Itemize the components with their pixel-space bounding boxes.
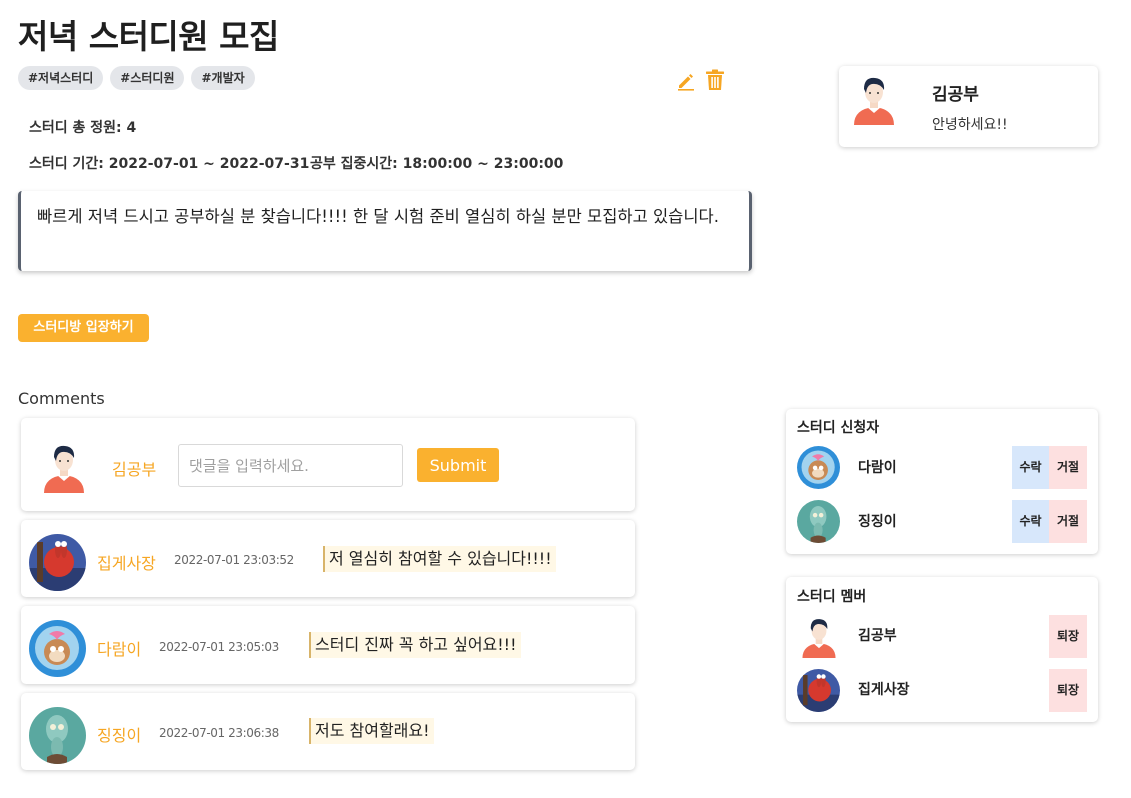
reject-button[interactable]: 거절 <box>1049 500 1087 543</box>
comment-input[interactable] <box>178 444 403 487</box>
profile-name: 김공부 <box>932 85 979 105</box>
accept-button[interactable]: 수락 <box>1012 446 1049 489</box>
current-user-name: 김공부 <box>112 460 157 479</box>
submit-button[interactable]: Submit <box>417 448 499 482</box>
tag-list: #저녁스터디 #스터디원 #개발자 <box>18 66 255 90</box>
avatar <box>797 500 840 543</box>
profile-greeting: 안녕하세요!! <box>932 117 1008 133</box>
accept-button[interactable]: 수락 <box>1012 500 1049 543</box>
applicant-name: 다람이 <box>858 460 897 476</box>
comment-text: 스터디 진짜 꼭 하고 싶어요!!! <box>309 632 521 658</box>
applicant-name: 징징이 <box>858 514 897 530</box>
study-period: 스터디 기간: 2022-07-01 ~ 2022-07-31 <box>29 156 310 172</box>
reject-button[interactable]: 거절 <box>1049 446 1087 489</box>
pencil-icon[interactable] <box>676 71 696 91</box>
member-name: 김공부 <box>858 628 897 644</box>
comment-author[interactable]: 다람이 <box>97 636 141 660</box>
comment-text: 저도 참여할래요! <box>309 718 434 744</box>
tag-chip[interactable]: #스터디원 <box>110 66 185 90</box>
kick-button[interactable]: 퇴장 <box>1049 615 1087 658</box>
avatar <box>40 441 88 493</box>
avatar <box>29 534 86 591</box>
kick-button[interactable]: 퇴장 <box>1049 669 1087 712</box>
study-focus-time: 공부 집중시간: 18:00:00 ~ 23:00:00 <box>310 156 564 172</box>
avatar <box>797 669 840 712</box>
trash-icon[interactable] <box>705 69 725 91</box>
members-title: 스터디 멤버 <box>797 589 867 605</box>
avatar <box>799 615 839 658</box>
comment-timestamp: 2022-07-01 23:06:38 <box>159 726 279 740</box>
comment-author[interactable]: 집게사장 <box>97 550 156 574</box>
avatar <box>797 446 840 489</box>
applicants-title: 스터디 신청자 <box>797 420 880 436</box>
avatar <box>29 707 86 764</box>
enter-study-room-button[interactable]: 스터디방 입장하기 <box>18 314 149 342</box>
member-name: 집게사장 <box>858 682 910 698</box>
tag-chip[interactable]: #개발자 <box>191 66 255 90</box>
avatar <box>29 620 86 677</box>
tag-chip[interactable]: #저녁스터디 <box>18 66 104 90</box>
comment-text: 저 열심히 참여할 수 있습니다!!!! <box>323 546 556 572</box>
avatar <box>850 73 898 125</box>
study-capacity: 스터디 총 정원: 4 <box>29 120 137 136</box>
comment-timestamp: 2022-07-01 23:03:52 <box>174 553 294 567</box>
page-title: 저녁 스터디원 모집 <box>18 17 279 56</box>
comment-timestamp: 2022-07-01 23:05:03 <box>159 640 279 654</box>
comment-author[interactable]: 징징이 <box>97 722 141 746</box>
comments-heading: Comments <box>18 389 105 408</box>
post-description: 빠르게 저녁 드시고 공부하실 분 찾습니다!!!! 한 달 시험 준비 열심히… <box>18 191 752 271</box>
